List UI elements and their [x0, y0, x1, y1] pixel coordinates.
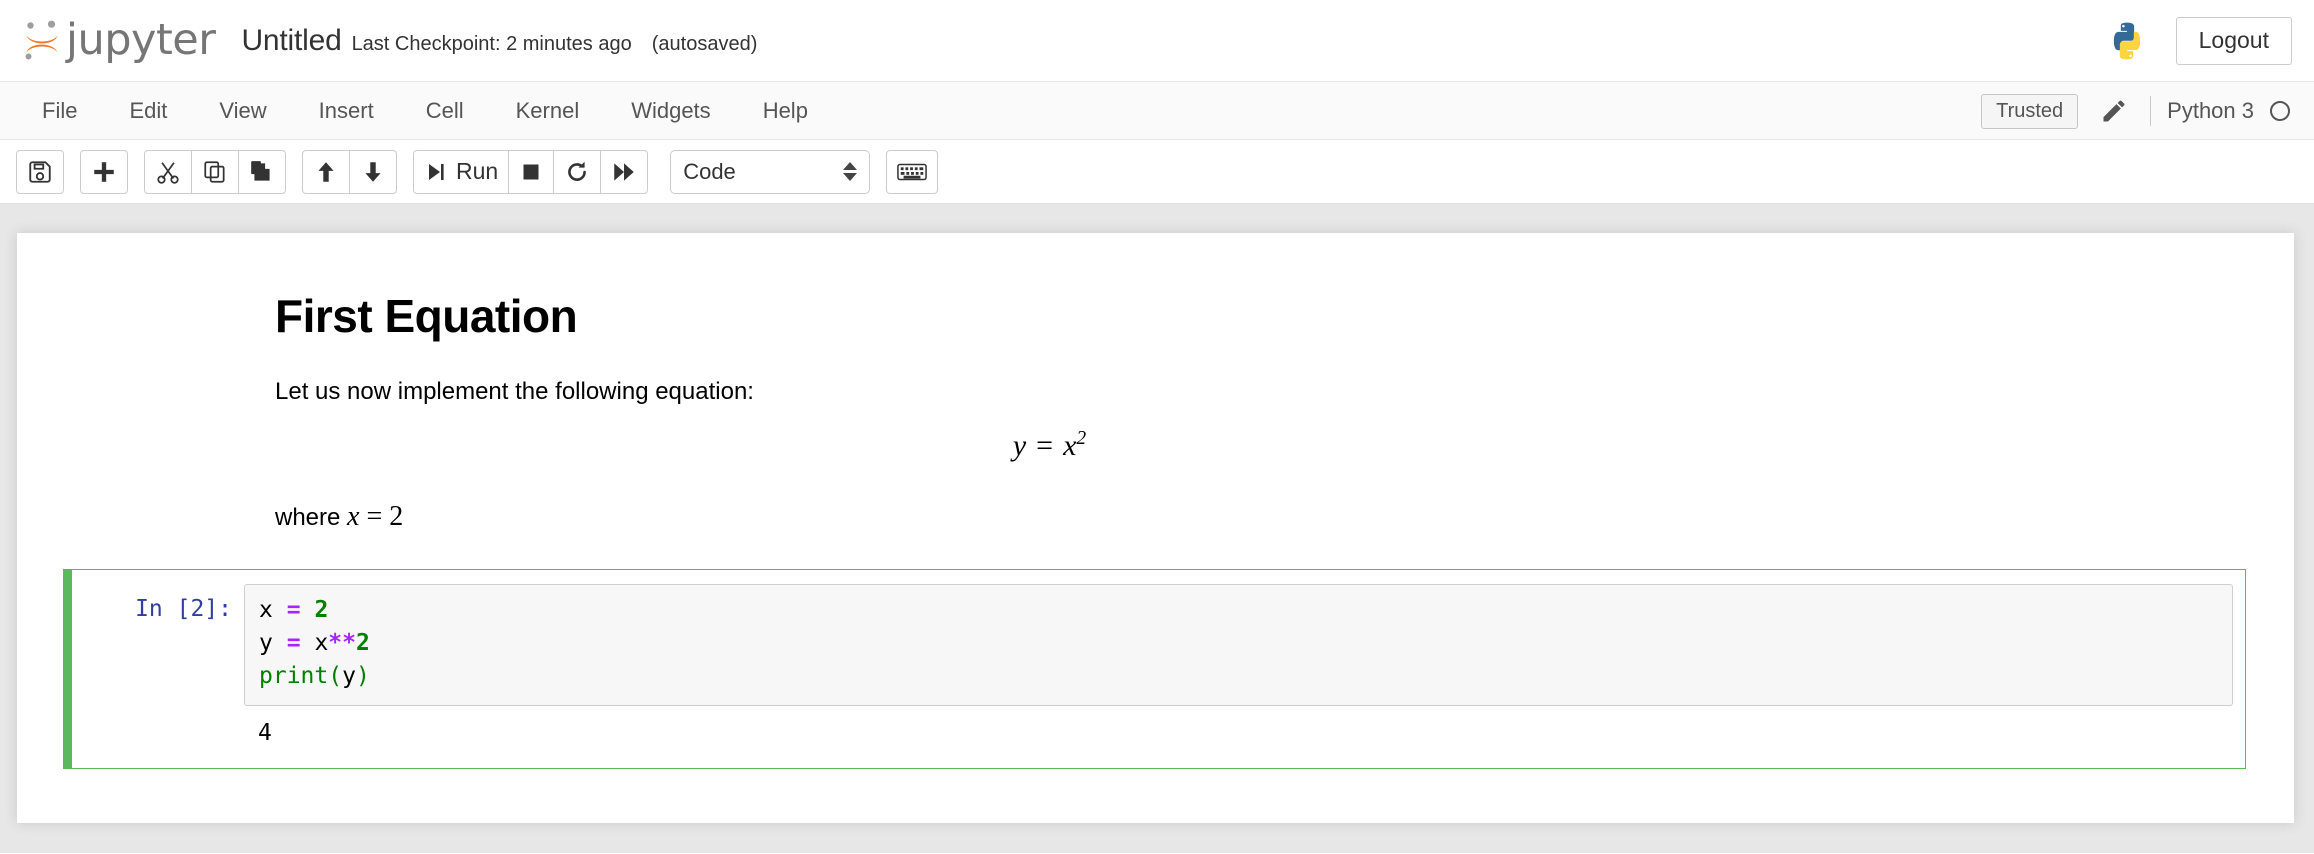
edit-group — [144, 149, 286, 194]
save-button[interactable] — [16, 149, 64, 194]
notebook-scroll-area[interactable]: First Equation Let us now implement the … — [0, 204, 2314, 853]
kernel-name-label: Python 3 — [2167, 98, 2254, 123]
where-operator: = — [366, 501, 383, 532]
code-token: print — [259, 663, 329, 690]
interrupt-kernel-button[interactable] — [508, 149, 555, 194]
save-group — [16, 149, 64, 194]
notebook-container: First Equation Let us now implement the … — [17, 233, 2294, 823]
menu-item-cell[interactable]: Cell — [400, 82, 490, 140]
code-token: x — [314, 630, 329, 657]
where-prefix: where — [275, 504, 341, 531]
markdown-cell[interactable]: First Equation Let us now implement the … — [17, 289, 2294, 533]
code-editor[interactable]: x = 2y = x**2 print(y) — [244, 584, 2233, 707]
markdown-where-line: where x = 2 — [275, 501, 2294, 533]
code-cell[interactable]: In [2]: x = 2y = x**2 print(y) 4 — [63, 569, 2246, 770]
code-token: y — [342, 663, 356, 690]
code-token: ** — [328, 630, 356, 657]
jupyter-logo-icon — [25, 20, 58, 59]
equation-operator: = — [1036, 429, 1054, 462]
copy-button[interactable] — [191, 149, 239, 194]
where-variable: x — [347, 501, 360, 532]
cell-type-value: Code — [683, 158, 736, 184]
code-line: y = x**2 — [259, 627, 2218, 660]
move-group — [302, 149, 397, 194]
menu-bar: File Edit View Insert Cell Kernel Widget… — [0, 82, 2314, 140]
where-value: 2 — [389, 501, 404, 532]
run-cell-button[interactable]: Run — [413, 149, 510, 194]
menu-item-help[interactable]: Help — [737, 82, 834, 140]
code-token: = — [286, 597, 301, 623]
checkpoint-status: Last Checkpoint: 2 minutes ago — [351, 33, 632, 55]
menu-item-view[interactable]: View — [193, 82, 292, 140]
markdown-paragraph: Let us now implement the following equat… — [275, 378, 754, 405]
open-command-palette-button[interactable] — [886, 149, 939, 194]
run-button-label: Run — [456, 158, 499, 184]
run-group: Run — [413, 149, 649, 194]
menubar-right-group: Trusted Python 3 — [1981, 82, 2296, 140]
logout-button[interactable]: Logout — [2175, 17, 2292, 65]
stdout-output: 4 — [258, 720, 272, 747]
code-token: = — [286, 630, 301, 657]
keyboard-group — [886, 149, 939, 194]
move-cell-up-button[interactable] — [302, 149, 350, 194]
move-cell-down-button[interactable] — [349, 149, 397, 194]
kernel-idle-circle-icon[interactable] — [2270, 101, 2290, 121]
menu-item-kernel[interactable]: Kernel — [490, 82, 606, 140]
menu-item-widgets[interactable]: Widgets — [605, 82, 736, 140]
jupyter-wordmark: jupyter — [66, 15, 216, 65]
jupyter-logo-link[interactable]: jupyter — [20, 15, 216, 65]
paste-button[interactable] — [238, 149, 286, 194]
display-equation: y = x2 — [275, 428, 2294, 463]
code-token: y — [259, 630, 273, 657]
stepper-arrows-icon — [843, 162, 858, 181]
python-logo-icon — [2113, 22, 2140, 60]
code-token: ( — [328, 663, 343, 690]
menubar-divider — [2150, 96, 2152, 126]
code-token: 2 — [356, 630, 370, 657]
markdown-heading: First Equation — [275, 290, 578, 342]
insert-group — [80, 149, 128, 194]
menu-item-edit[interactable]: Edit — [103, 82, 193, 140]
code-line: x = 2 — [259, 594, 2218, 627]
equation-exponent: 2 — [1076, 428, 1087, 449]
page-header: jupyter Untitled Last Checkpoint: 2 minu… — [0, 0, 2314, 82]
equation-base: x — [1063, 429, 1077, 462]
insert-cell-below-button[interactable] — [80, 149, 128, 194]
cell-type-select[interactable]: Code — [670, 149, 871, 194]
equation-lhs: y — [1012, 429, 1027, 462]
pencil-icon[interactable] — [2100, 97, 2128, 125]
notebook-toolbar: Run Code — [0, 140, 2314, 204]
cut-button[interactable] — [144, 149, 192, 194]
code-cell-output-row: 4 — [84, 720, 2233, 746]
autosave-status: (autosaved) — [651, 33, 758, 55]
code-token: x — [259, 597, 273, 623]
code-token: 2 — [314, 597, 329, 623]
header-right-group: Logout — [2106, 0, 2292, 82]
code-cell-input-row: In [2]: x = 2y = x**2 print(y) — [84, 584, 2233, 707]
input-prompt: In [2]: — [135, 596, 232, 622]
code-line: print(y) — [259, 660, 2218, 693]
code-token: ) — [355, 663, 370, 690]
menu-item-file[interactable]: File — [16, 82, 103, 140]
trusted-badge[interactable]: Trusted — [1981, 93, 2079, 129]
restart-kernel-button[interactable] — [553, 149, 602, 194]
menu-item-insert[interactable]: Insert — [293, 82, 400, 140]
notebook-title[interactable]: Untitled — [241, 24, 341, 58]
restart-and-run-all-button[interactable] — [600, 149, 649, 194]
